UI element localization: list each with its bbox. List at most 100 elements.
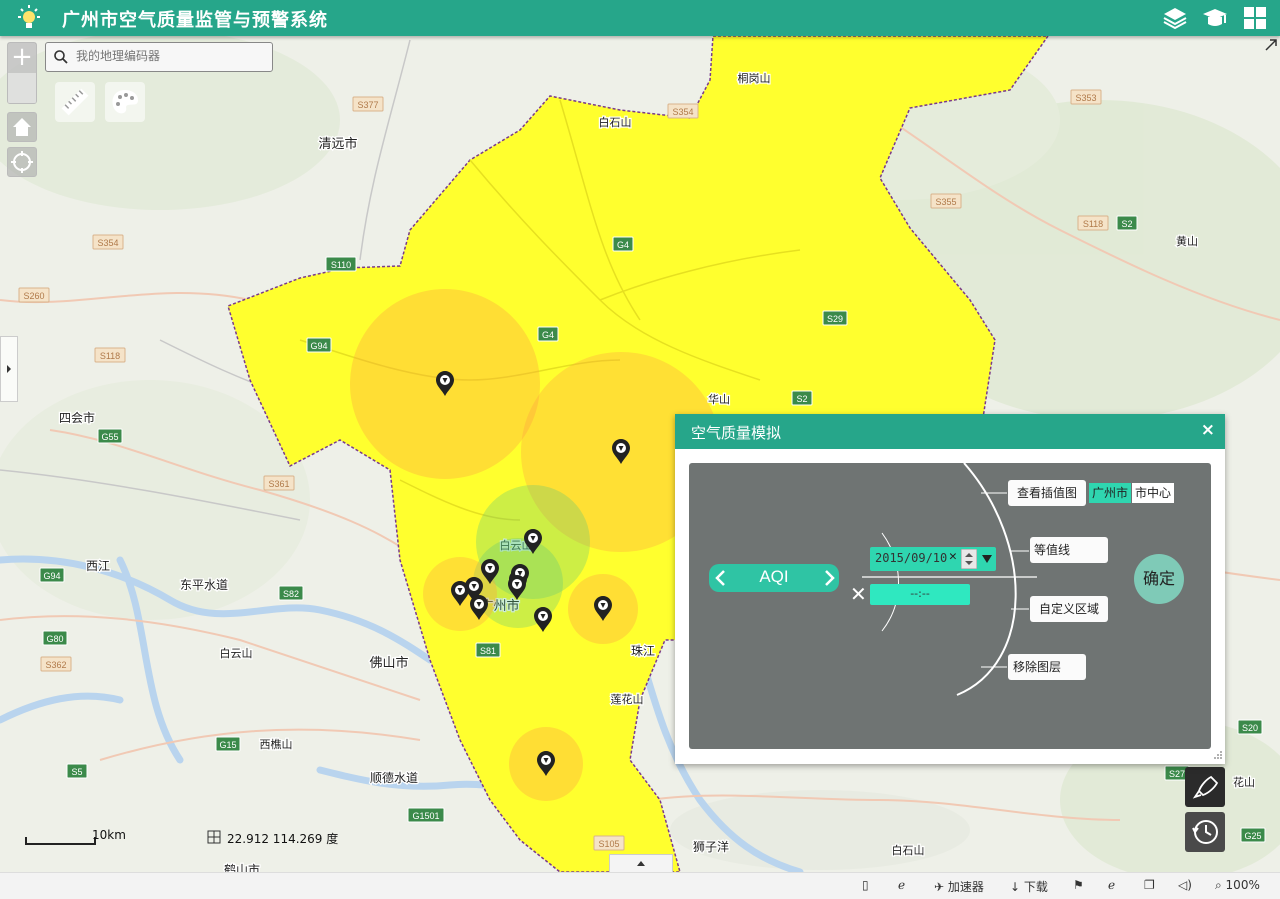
time-input[interactable]: --:-- — [870, 584, 970, 605]
ie-icon[interactable]: ℯ — [898, 878, 905, 892]
road-shield: S118 — [1077, 215, 1109, 231]
region-tag-center[interactable]: 市中心 — [1132, 483, 1174, 503]
coordinate-text: 22.912 114.269 度 — [227, 832, 339, 846]
road-shield-label: S2 — [1121, 219, 1132, 229]
confirm-button[interactable]: 确定 — [1134, 554, 1184, 604]
road-shield-label: S20 — [1242, 723, 1258, 733]
apps-grid-icon[interactable] — [1241, 4, 1269, 32]
region-tag-city[interactable]: 广州市 — [1089, 483, 1131, 503]
bottom-panel-toggle[interactable] — [609, 854, 673, 872]
locate-button[interactable] — [7, 147, 37, 177]
road-shield-label: S29 — [827, 314, 843, 324]
road-shield: G4 — [537, 326, 559, 342]
road-shield-label: S110 — [331, 260, 351, 270]
fullscreen-toggle[interactable] — [1264, 38, 1278, 52]
road-shield-label: S27 — [1169, 769, 1185, 779]
map-place-label: 莲花山 — [611, 693, 644, 706]
simulation-panel: AQI 2015/09/10 ✕ ✕ --:-- 查看插值图 广州市 市中心 等… — [689, 463, 1211, 749]
window-icon[interactable]: ❐ — [1144, 878, 1155, 892]
date-input[interactable]: 2015/09/10 ✕ — [870, 547, 996, 571]
road-shield: S118 — [94, 347, 126, 363]
road-shield-label: S118 — [1083, 219, 1103, 229]
road-shield-label: G55 — [101, 432, 118, 442]
road-shield: S354 — [667, 103, 699, 119]
date-clear-icon[interactable]: ✕ — [949, 549, 959, 564]
zoom-out-button[interactable] — [8, 73, 36, 103]
dialog-close-button[interactable]: × — [1201, 420, 1215, 440]
home-button[interactable] — [7, 112, 37, 142]
download-button[interactable]: ↓ 下载 — [1010, 878, 1048, 895]
map-place-label: 佛山市 — [369, 655, 408, 671]
resize-grip-icon[interactable] — [1213, 750, 1223, 760]
caret-up-icon — [637, 861, 645, 866]
time-clear-icon[interactable]: ✕ — [850, 582, 867, 606]
road-shield: S260 — [18, 287, 50, 303]
geocoder-search[interactable] — [45, 42, 273, 72]
map-place-label: 桐岗山 — [738, 71, 771, 85]
road-shield-label: S354 — [672, 107, 693, 117]
road-shield-label: G80 — [46, 634, 63, 644]
layers-icon[interactable] — [1161, 4, 1189, 32]
zoom-level[interactable]: ⌕ 100% — [1215, 878, 1260, 893]
app-title: 广州市空气质量监管与预警系统 — [62, 10, 328, 31]
history-button[interactable] — [1185, 812, 1225, 852]
zoom-level-text: 100% — [1225, 878, 1260, 892]
road-shield: S354 — [92, 234, 124, 250]
road-shield-label: S5 — [71, 767, 82, 777]
browser-icon[interactable]: ℯ — [1108, 878, 1115, 892]
map-place-label: 白云山 — [220, 646, 253, 660]
mobile-icon[interactable]: ▯ — [862, 878, 869, 892]
road-shield: G1501 — [407, 807, 445, 823]
road-shield-label: S361 — [268, 479, 289, 489]
ruler-icon — [61, 88, 89, 116]
road-shield: S82 — [278, 585, 304, 601]
download-label: 下载 — [1023, 880, 1048, 894]
road-shield: S105 — [593, 835, 625, 851]
map-place-label: 花山 — [1233, 776, 1255, 789]
app-header: 广州市空气质量监管与预警系统 — [0, 0, 1280, 36]
sidebar-expand-tab[interactable] — [0, 336, 18, 402]
next-pollutant-icon[interactable] — [819, 568, 839, 588]
download-arrow-icon: ↓ — [1010, 880, 1024, 894]
geocoder-input[interactable] — [74, 48, 268, 64]
custom-region-button[interactable]: 自定义区域 — [1030, 596, 1108, 622]
road-shield: S20 — [1237, 719, 1263, 735]
view-interpolation-button[interactable]: 查看插值图 — [1008, 480, 1086, 506]
simulation-tool-button[interactable] — [1185, 767, 1225, 807]
road-shield-label: S118 — [100, 351, 120, 361]
road-shield: S110 — [325, 256, 357, 272]
date-dropdown-icon[interactable] — [980, 552, 994, 566]
pollutant-selector: AQI — [709, 564, 839, 592]
scale-bar-graphic — [25, 837, 96, 845]
road-shield: G55 — [97, 428, 123, 444]
zoom-in-button[interactable]: + — [8, 43, 36, 73]
road-shield: G94 — [39, 567, 65, 583]
road-shield-label: S81 — [480, 646, 496, 656]
road-shield: G94 — [306, 337, 332, 353]
date-spinner-icon[interactable] — [961, 549, 977, 569]
accelerator-button[interactable]: ✈ 加速器 — [934, 878, 984, 895]
rocket-small-icon: ✈ — [934, 880, 948, 894]
map-place-label: 鹤山市 — [224, 862, 260, 872]
road-shield-label: G4 — [542, 330, 554, 340]
map-place-label: 珠江 — [631, 644, 655, 658]
road-shield: S29 — [822, 310, 848, 326]
map-place-label: 白石山 — [892, 843, 925, 857]
map-place-label: 华山 — [708, 392, 730, 406]
remove-layer-button[interactable]: 移除图层 — [1008, 654, 1086, 680]
road-shield: S353 — [1070, 89, 1102, 105]
road-shield-label: S355 — [935, 197, 956, 207]
map-place-label: 东平水道 — [180, 578, 228, 592]
contour-button[interactable]: 等值线 — [1030, 537, 1108, 563]
zoom-control: + — [7, 42, 37, 104]
road-shield-label: S105 — [598, 839, 619, 849]
road-shield: S2 — [1116, 215, 1138, 231]
scale-bar: 10km — [25, 828, 126, 845]
flag-icon[interactable]: ⚑ — [1073, 878, 1084, 892]
graduation-cap-icon[interactable] — [1201, 4, 1229, 32]
speaker-icon[interactable]: ◁) — [1178, 878, 1192, 892]
road-shield-label: G15 — [219, 740, 236, 750]
map-place-label: 西樵山 — [260, 737, 293, 751]
symbology-button[interactable] — [105, 82, 145, 122]
measure-button[interactable] — [55, 82, 95, 122]
